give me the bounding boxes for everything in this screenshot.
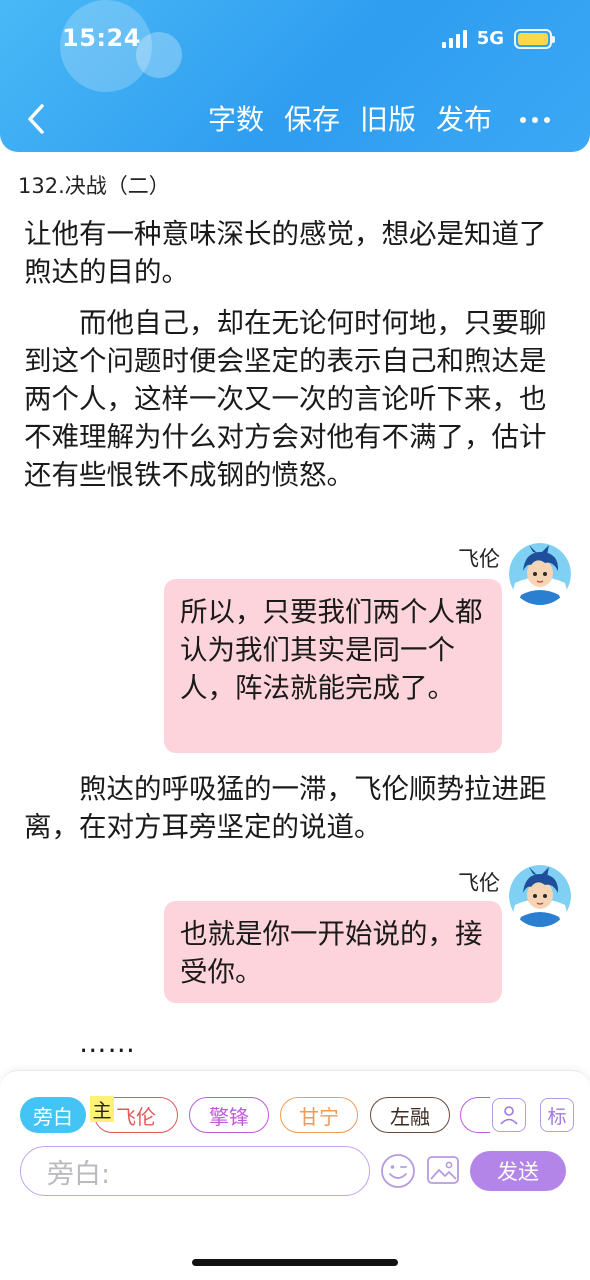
battery-icon: [514, 28, 555, 49]
avatar-icon: [509, 865, 571, 927]
status-indicators: 5G: [441, 28, 555, 49]
decor-bubble-small: [136, 32, 182, 78]
old-version-button[interactable]: 旧版: [360, 98, 416, 138]
story-paragraph[interactable]: 煦达的呼吸猛的一滞，飞伦顺势拉进距离，在对方耳旁坚定的说道。: [24, 770, 570, 846]
back-button[interactable]: [18, 98, 54, 140]
dialogue-bubble[interactable]: 所以，只要我们两个人都认为我们其实是同一个人，阵法就能完成了。: [164, 579, 502, 753]
main-character-badge: 主: [90, 1096, 114, 1122]
input-placeholder: 旁白:: [47, 1158, 111, 1190]
character-avatar[interactable]: [509, 543, 571, 605]
image-icon[interactable]: [426, 1153, 460, 1187]
network-label: 5G: [476, 28, 504, 49]
battery-level: [518, 32, 548, 45]
more-dots-icon[interactable]: [520, 113, 550, 123]
speaker-name: 飞伦: [458, 547, 500, 571]
character-chip-narrator[interactable]: 旁白: [20, 1097, 86, 1133]
chapter-title: 132.决战（二）: [18, 174, 170, 198]
mark-button[interactable]: 标: [540, 1098, 574, 1132]
word-count-button[interactable]: 字数: [208, 98, 264, 138]
signal-icon: [441, 29, 467, 48]
emoji-icon[interactable]: [380, 1153, 416, 1189]
character-chip-ganning[interactable]: 甘宁: [280, 1097, 358, 1133]
top-header: 15:24 5G 字数 保存 旧版 发布: [0, 0, 590, 152]
chevron-left-icon: [28, 104, 44, 134]
status-time: 15:24: [62, 24, 141, 52]
editor-toolbar: 字数 保存 旧版 发布: [208, 98, 550, 138]
send-button[interactable]: 发送: [470, 1151, 566, 1191]
image-glyph: [427, 1156, 459, 1184]
dialogue-bubble[interactable]: 也就是你一开始说的，接受你。: [164, 901, 502, 1003]
character-chip-qingfeng[interactable]: 擎锋: [189, 1097, 269, 1133]
character-chip-zuorong[interactable]: 左融: [370, 1097, 450, 1133]
publish-button[interactable]: 发布: [436, 98, 492, 138]
character-chip-partial[interactable]: [460, 1097, 490, 1133]
person-icon[interactable]: [492, 1098, 526, 1132]
speaker-name: 飞伦: [458, 871, 500, 895]
story-paragraph[interactable]: 让他有一种意味深长的感觉，想必是知道了煦达的目的。: [24, 215, 570, 291]
avatar-icon: [509, 543, 571, 605]
save-button[interactable]: 保存: [284, 98, 340, 138]
character-avatar[interactable]: [509, 865, 571, 927]
story-paragraph[interactable]: 而他自己，却在无论何时何地，只要聊到这个问题时便会坚定的表示自己和煦达是两个人，…: [24, 304, 570, 494]
emoji-glyph: [381, 1154, 415, 1188]
home-indicator[interactable]: [192, 1259, 398, 1266]
story-paragraph[interactable]: ……: [24, 1024, 570, 1062]
dialogue-input[interactable]: 旁白:: [20, 1146, 370, 1196]
person-glyph: [500, 1106, 518, 1125]
